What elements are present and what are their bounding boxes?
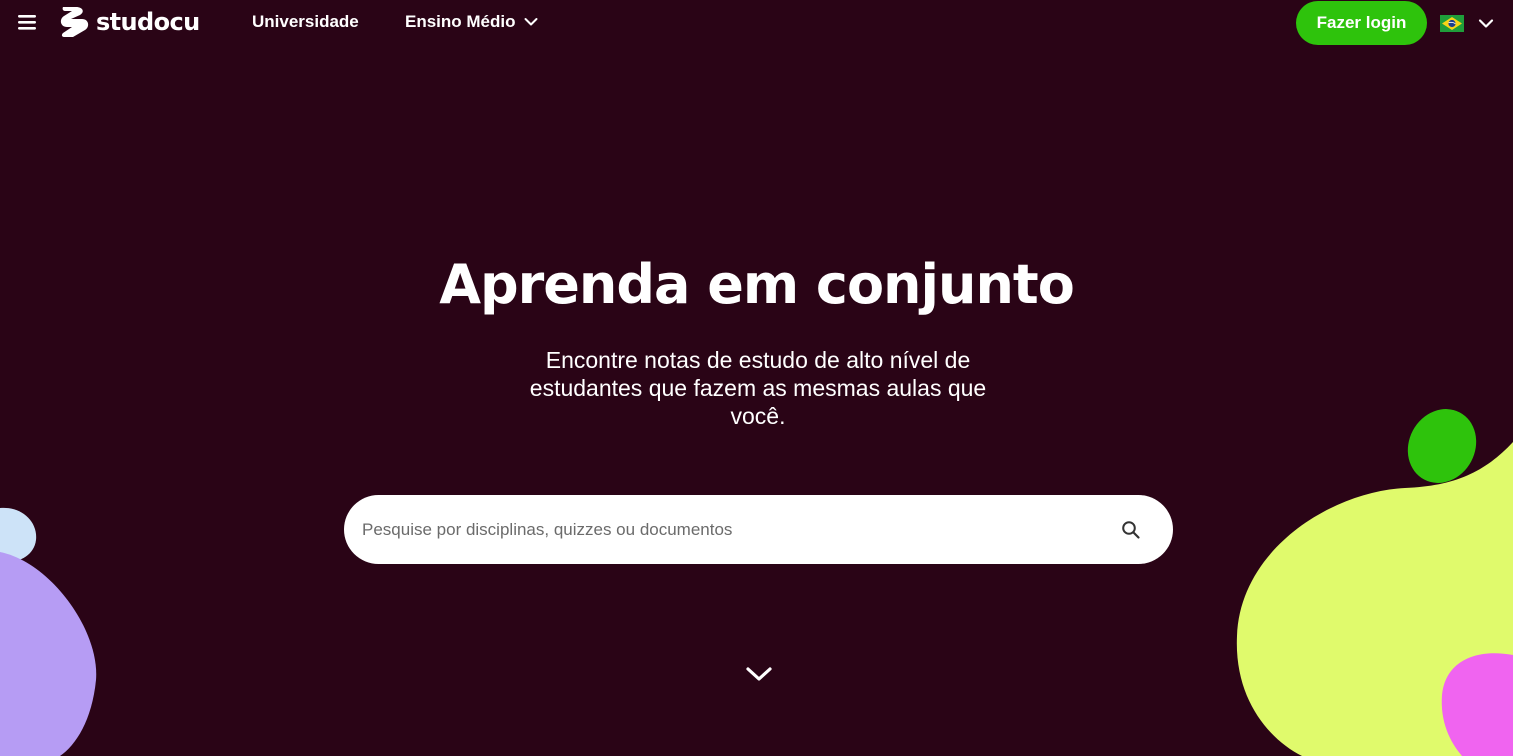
hero-subtitle: Encontre notas de estudo de alto nível d… <box>529 347 987 429</box>
login-button[interactable]: Fazer login <box>1296 1 1427 45</box>
studocu-logo-icon <box>60 7 89 37</box>
top-navigation-bar: studocu Universidade Ensino Médio Fazer … <box>0 0 1513 45</box>
search-icon <box>1122 521 1140 539</box>
brand-name: studocu <box>96 8 200 36</box>
search-input[interactable] <box>362 495 1102 564</box>
hero-title: Aprenda em conjunto <box>439 253 1075 316</box>
decorative-blob-right <box>1236 409 1513 756</box>
studocu-logo[interactable]: studocu <box>58 5 200 39</box>
search-bar <box>344 495 1173 564</box>
hamburger-menu-icon[interactable] <box>17 13 39 31</box>
nav-dropdown-high-school[interactable]: Ensino Médio <box>405 11 538 33</box>
language-selector[interactable] <box>1440 12 1500 34</box>
decorative-blob-left <box>0 507 97 756</box>
nav-dropdown-high-school-label: Ensino Médio <box>405 12 516 31</box>
search-button[interactable] <box>1116 515 1146 545</box>
scroll-down-button[interactable] <box>744 662 774 686</box>
brazil-flag-icon <box>1440 14 1464 32</box>
chevron-down-icon <box>746 667 772 681</box>
chevron-down-icon <box>524 18 537 26</box>
nav-link-university[interactable]: Universidade <box>252 11 359 33</box>
nav-link-university-label: Universidade <box>252 12 359 31</box>
purple-blob <box>0 552 97 756</box>
chevron-down-icon <box>1478 18 1494 28</box>
